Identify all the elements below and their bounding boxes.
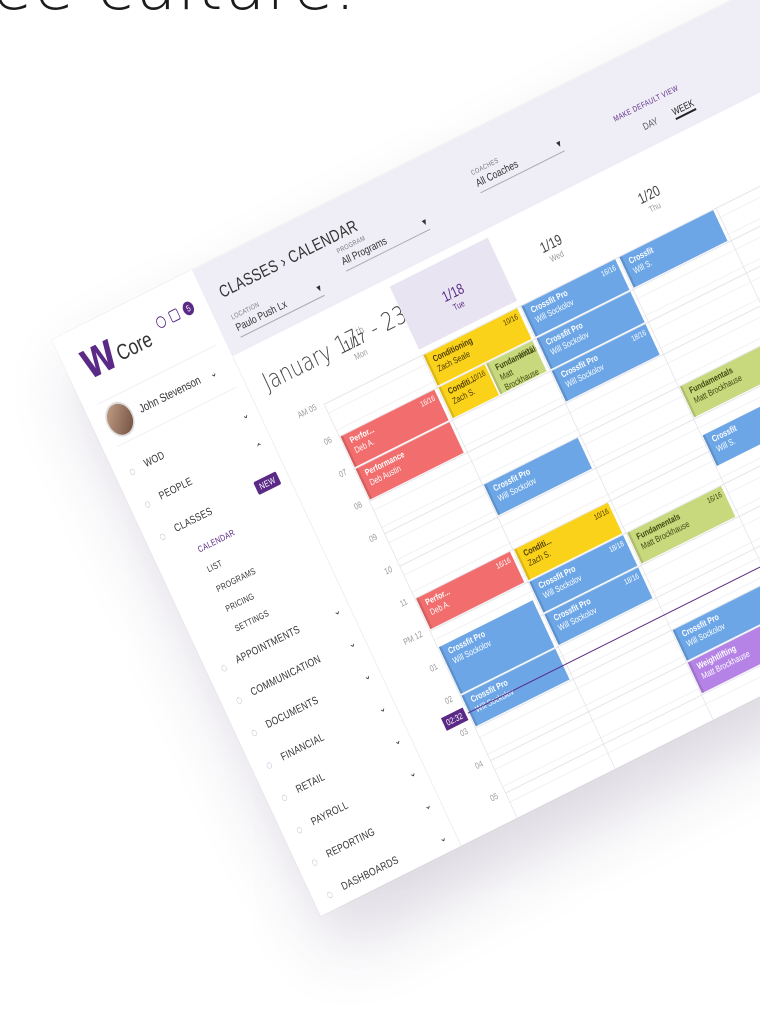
notification-badge[interactable]: 5 (180, 299, 197, 318)
top-icons: 5 (154, 299, 197, 331)
hour-label: 07 (337, 466, 349, 480)
hour-label: 08 (352, 499, 364, 512)
hour-label: 02 (443, 693, 455, 707)
new-badge: NEW (253, 471, 282, 496)
brand-logo[interactable]: W Core (75, 317, 158, 389)
hour-label: PM 12 (401, 628, 425, 648)
hour-label: 10 (382, 564, 394, 577)
app-window: W Core 5 John Stevenson ⌄ ◌ WOD ⌄ ◌ PEOPLE ⌃ ◌… (52, 0, 760, 916)
gym-icon: ◌ (339, 913, 361, 916)
view-week-tab[interactable]: WEEK (670, 98, 697, 121)
avatar (99, 396, 141, 442)
help-icon[interactable] (154, 314, 168, 330)
brand-name: Core (112, 326, 157, 366)
hour-label: 06 (322, 434, 334, 448)
hour-label: 06 (503, 823, 515, 836)
marketing-headline: ee culture. (0, 0, 357, 25)
chevron-down-icon: ▾ (420, 216, 430, 229)
hour-label: 07 (518, 855, 530, 869)
chevron-down-icon: ▾ (554, 137, 564, 151)
clipboard-icon[interactable] (167, 307, 182, 323)
hour-label: 09 (367, 531, 379, 545)
view-day-tab[interactable]: DAY (641, 116, 660, 135)
hour-label: 05 (488, 790, 500, 804)
hour-label: 01 (428, 661, 440, 674)
hour-label: AM 05 (295, 402, 319, 421)
user-name: John Stevenson (136, 372, 203, 416)
chevron-down-icon[interactable]: ⌄ (451, 862, 464, 877)
hour-label: 04 (473, 758, 485, 772)
chevron-down-icon: ▾ (314, 282, 324, 295)
hour-label: 11 (398, 596, 409, 609)
coaches-select[interactable]: COACHES All Coaches ▾ (470, 128, 565, 194)
